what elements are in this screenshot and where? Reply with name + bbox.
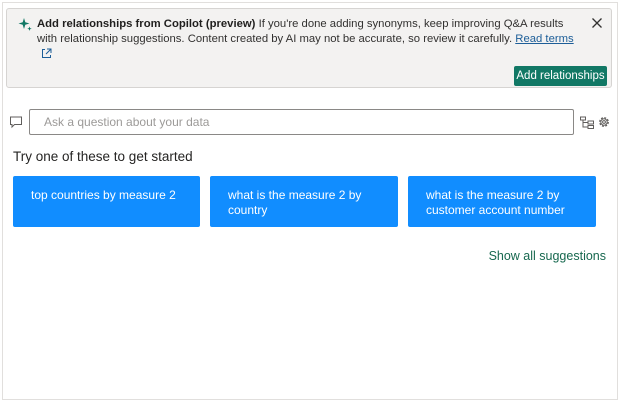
read-terms-link[interactable]: Read terms bbox=[515, 33, 573, 45]
banner-title: Add relationships from Copilot (preview) bbox=[37, 18, 256, 30]
tree-view-icon[interactable] bbox=[580, 116, 594, 129]
copilot-sparkle-icon bbox=[17, 17, 33, 33]
banner-text: Add relationships from Copilot (preview)… bbox=[37, 17, 582, 64]
close-icon[interactable] bbox=[589, 15, 605, 31]
add-relationships-button[interactable]: Add relationships bbox=[514, 66, 607, 86]
external-link-icon[interactable] bbox=[41, 48, 52, 64]
copilot-banner: Add relationships from Copilot (preview)… bbox=[6, 8, 612, 88]
chat-bubble-icon bbox=[9, 115, 23, 129]
show-all-suggestions-link[interactable]: Show all suggestions bbox=[489, 249, 606, 263]
suggestions-heading: Try one of these to get started bbox=[13, 149, 193, 164]
suggestion-card[interactable]: top countries by measure 2 bbox=[13, 176, 200, 227]
question-input[interactable] bbox=[29, 109, 574, 135]
gear-icon[interactable] bbox=[597, 115, 611, 129]
suggestion-card[interactable]: what is the measure 2 by country bbox=[210, 176, 398, 227]
suggestion-card[interactable]: what is the measure 2 by customer accoun… bbox=[408, 176, 596, 227]
